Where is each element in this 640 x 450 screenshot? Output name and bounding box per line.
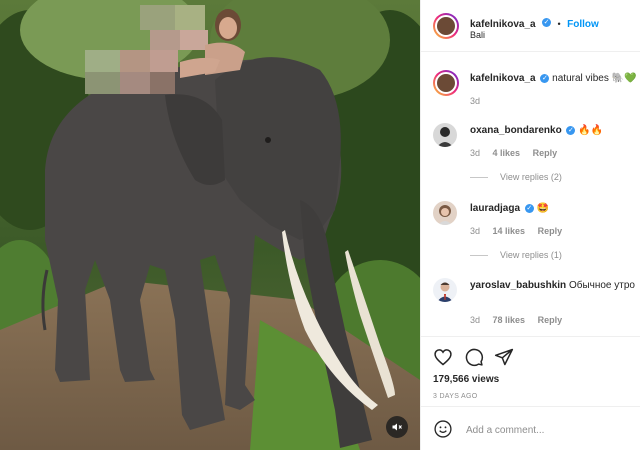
heart-icon[interactable] — [433, 347, 453, 367]
comment-likes[interactable]: 14 likes — [493, 226, 526, 236]
comment-input[interactable] — [464, 420, 633, 440]
divider — [470, 255, 488, 257]
view-replies-button[interactable]: View replies (2) — [470, 172, 562, 182]
post-location[interactable]: Bali — [470, 30, 485, 40]
view-count[interactable]: 179,566 views — [433, 374, 499, 385]
post-header: kafelnikova_a ✓ • Follow Bali — [421, 0, 640, 52]
mute-button[interactable] — [386, 416, 408, 438]
reply-button[interactable]: Reply — [538, 226, 563, 236]
verified-badge-icon: ✓ — [542, 18, 552, 28]
elephant-photo — [0, 0, 420, 450]
divider — [470, 177, 488, 179]
comment-item: yaroslav_babushkin Обычное утро — [470, 279, 635, 292]
caption-text: natural vibes 🐘💚 — [552, 73, 637, 84]
comment-meta: 3d 78 likes Reply — [470, 315, 562, 325]
reply-button[interactable]: Reply — [538, 315, 563, 325]
comment-text: 🔥🔥 — [578, 125, 604, 136]
author-username[interactable]: kafelnikova_a — [470, 19, 536, 30]
comment-avatar[interactable] — [433, 123, 457, 147]
comment-item: oxana_bondarenko ✓ 🔥🔥 — [470, 124, 603, 137]
view-replies-label: View replies (1) — [500, 250, 562, 260]
comment-username[interactable]: yaroslav_babushkin — [470, 280, 566, 291]
comment-age: 3d — [470, 226, 481, 236]
caption-age: 3d — [470, 96, 481, 106]
speaker-muted-icon — [392, 423, 402, 431]
author-avatar[interactable] — [433, 13, 459, 39]
comment-text: 🤩 — [536, 203, 550, 214]
post-details-panel: kafelnikova_a ✓ • Follow Bali kafelnikov… — [420, 0, 640, 450]
comment-avatar[interactable] — [433, 201, 457, 225]
verified-badge-icon: ✓ — [524, 203, 534, 213]
comment-likes[interactable]: 78 likes — [493, 315, 526, 325]
paper-plane-icon[interactable] — [494, 347, 514, 367]
post-media-video[interactable] — [0, 0, 420, 450]
add-comment-bar — [421, 406, 640, 450]
comment-likes[interactable]: 4 likes — [493, 148, 521, 158]
comment-bubble-icon[interactable] — [464, 347, 484, 367]
comment-age: 3d — [470, 315, 481, 325]
comment-meta: 3d 4 likes Reply — [470, 148, 557, 158]
post-date: 3 DAYS AGO — [433, 393, 478, 400]
comment-text: Обычное утро — [568, 280, 635, 291]
caption: kafelnikova_a ✓ natural vibes 🐘💚 — [470, 72, 637, 85]
verified-badge-icon: ✓ — [540, 73, 550, 83]
comment-item: lauradjaga ✓ 🤩 — [470, 202, 549, 215]
follow-button[interactable]: Follow — [567, 19, 599, 30]
emoji-smile-icon[interactable] — [433, 419, 453, 439]
view-replies-button[interactable]: View replies (1) — [470, 250, 562, 260]
comment-age: 3d — [470, 148, 481, 158]
caption-avatar[interactable] — [433, 70, 459, 96]
comment-username[interactable]: lauradjaga — [470, 203, 520, 214]
verified-badge-icon: ✓ — [566, 125, 576, 135]
comment-avatar[interactable] — [433, 278, 457, 302]
caption-username[interactable]: kafelnikova_a — [470, 73, 536, 84]
separator-dot: • — [557, 19, 561, 29]
reply-button[interactable]: Reply — [533, 148, 558, 158]
comment-meta: 3d 14 likes Reply — [470, 226, 562, 236]
post-actions: 179,566 views 3 DAYS AGO — [421, 336, 640, 406]
comment-username[interactable]: oxana_bondarenko — [470, 125, 562, 136]
view-replies-label: View replies (2) — [500, 172, 562, 182]
